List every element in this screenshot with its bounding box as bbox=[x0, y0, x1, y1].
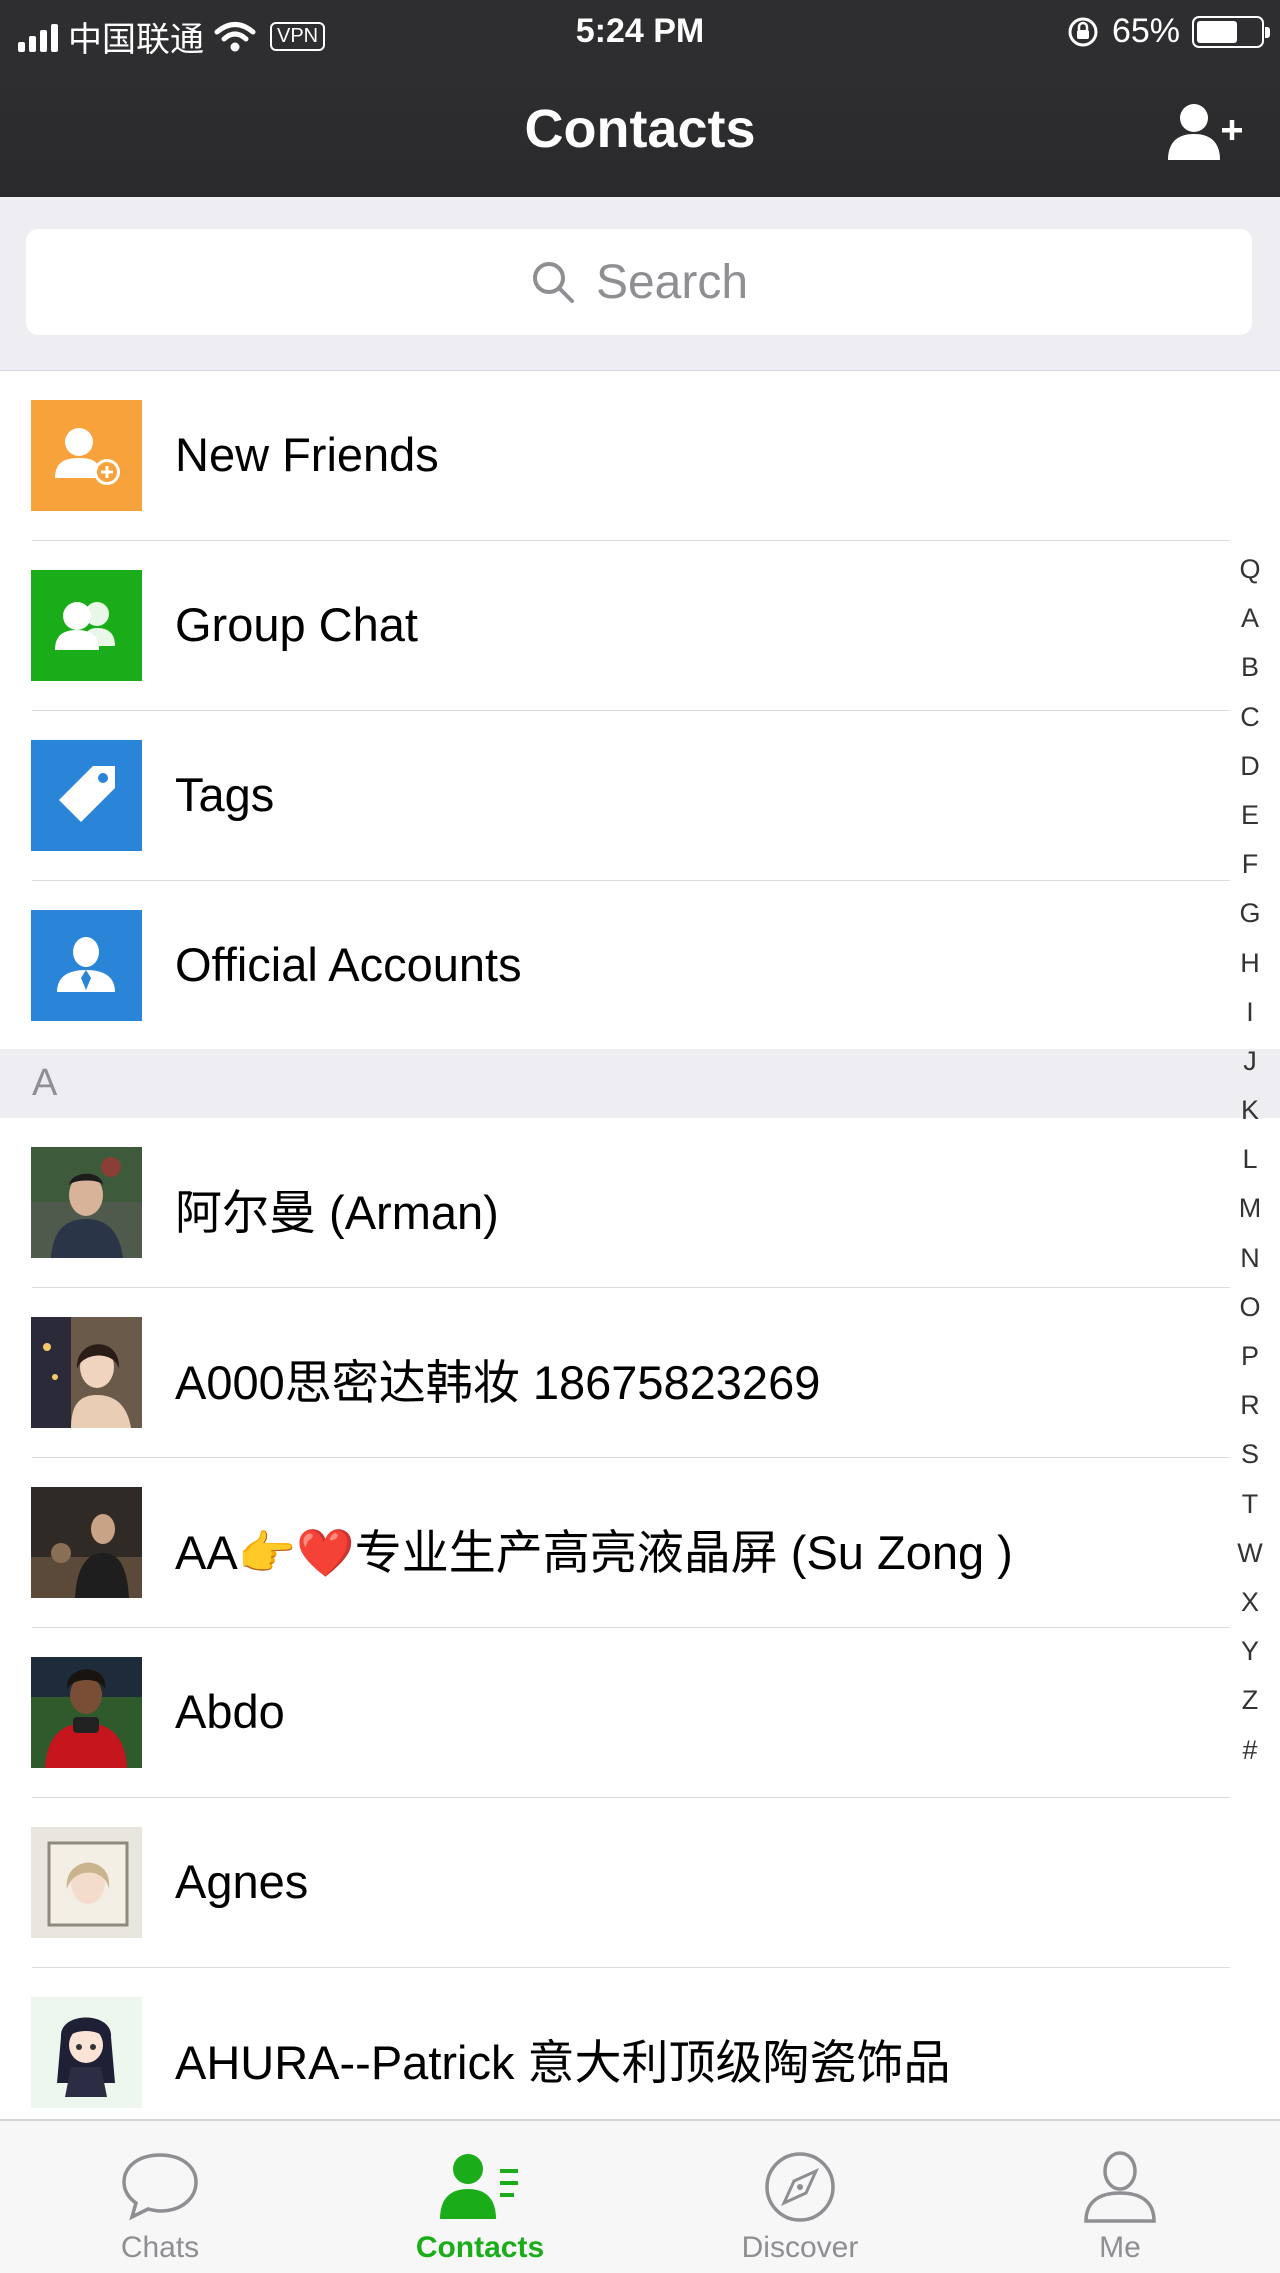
index-letter[interactable]: X bbox=[1241, 1578, 1259, 1627]
avatar bbox=[31, 1657, 142, 1768]
contact-name: AA👉❤️专业生产高亮液晶屏 (Su Zong ) bbox=[175, 1526, 1013, 1579]
avatar bbox=[31, 1317, 142, 1428]
contact-name: A000思密达韩妆 18675823269 bbox=[175, 1356, 821, 1409]
index-letter[interactable]: R bbox=[1240, 1381, 1260, 1430]
tab-me[interactable]: Me bbox=[960, 2121, 1280, 2273]
index-letter[interactable]: I bbox=[1246, 988, 1254, 1037]
search-area: Search bbox=[0, 197, 1280, 371]
avatar bbox=[31, 1827, 142, 1938]
index-letter[interactable]: N bbox=[1240, 1234, 1260, 1283]
new-friends-row[interactable]: New Friends bbox=[0, 371, 1230, 541]
contact-name: Abdo bbox=[175, 1685, 285, 1738]
nav-bar: Contacts bbox=[0, 64, 1280, 197]
index-letter[interactable]: Z bbox=[1242, 1676, 1259, 1725]
official-accounts-icon bbox=[31, 910, 142, 1021]
index-letter[interactable]: S bbox=[1241, 1430, 1259, 1479]
index-letter[interactable]: C bbox=[1240, 693, 1260, 742]
contact-row[interactable]: Abdo bbox=[0, 1628, 1230, 1798]
contact-row[interactable]: AHURA--Patrick 意大利顶级陶瓷饰品 bbox=[0, 1968, 1230, 2138]
contact-name: Agnes bbox=[175, 1855, 309, 1908]
tab-discover[interactable]: Discover bbox=[640, 2121, 960, 2273]
index-letter[interactable]: B bbox=[1241, 643, 1259, 692]
index-letter[interactable]: T bbox=[1242, 1480, 1259, 1529]
tab-me-label: Me bbox=[1099, 2231, 1141, 2264]
index-letter[interactable]: K bbox=[1241, 1086, 1259, 1135]
status-right: 65% bbox=[1066, 12, 1270, 51]
avatar bbox=[31, 1487, 142, 1598]
tab-bar: Chats Contacts Discover Me bbox=[0, 2119, 1280, 2273]
index-letter[interactable]: H bbox=[1240, 939, 1260, 988]
index-letter[interactable]: L bbox=[1242, 1135, 1257, 1184]
official-accounts-label: Official Accounts bbox=[175, 938, 522, 991]
avatar bbox=[31, 1147, 142, 1258]
index-letter[interactable]: M bbox=[1239, 1184, 1262, 1233]
search-input[interactable]: Search bbox=[26, 229, 1252, 335]
group-chat-row[interactable]: Group Chat bbox=[0, 541, 1230, 711]
index-letter[interactable]: G bbox=[1239, 889, 1260, 938]
person-icon bbox=[1084, 2151, 1156, 2223]
battery-fill bbox=[1197, 20, 1238, 43]
contact-row[interactable]: A000思密达韩妆 18675823269 bbox=[0, 1288, 1230, 1458]
index-letter[interactable]: D bbox=[1240, 742, 1260, 791]
index-letter[interactable]: W bbox=[1237, 1529, 1262, 1578]
group-chat-icon bbox=[31, 570, 142, 681]
official-accounts-row[interactable]: Official Accounts bbox=[0, 881, 1230, 1051]
compass-icon bbox=[765, 2152, 835, 2222]
battery-percent: 65% bbox=[1111, 12, 1180, 50]
index-letter[interactable]: J bbox=[1243, 1037, 1257, 1086]
index-letter[interactable]: Y bbox=[1241, 1627, 1259, 1676]
tab-contacts-label: Contacts bbox=[415, 2231, 545, 2264]
section-header-a: A bbox=[0, 1049, 1280, 1118]
tab-contacts[interactable]: Contacts bbox=[320, 2121, 640, 2273]
tags-row[interactable]: Tags bbox=[0, 711, 1230, 881]
contact-name: AHURA--Patrick 意大利顶级陶瓷饰品 bbox=[175, 2036, 951, 2089]
index-letter[interactable]: A bbox=[1241, 594, 1259, 643]
page-title: Contacts bbox=[524, 99, 756, 159]
tab-discover-label: Discover bbox=[741, 2231, 859, 2264]
tag-icon bbox=[31, 740, 142, 851]
new-friends-icon bbox=[31, 400, 142, 511]
search-placeholder: Search bbox=[595, 255, 749, 309]
add-contact-icon[interactable] bbox=[1164, 100, 1244, 164]
status-bar: 中国联通 VPN 5:24 PM 65% bbox=[0, 0, 1280, 64]
new-friends-label: New Friends bbox=[175, 428, 439, 481]
tags-label: Tags bbox=[175, 768, 275, 821]
index-letter[interactable]: # bbox=[1242, 1726, 1257, 1775]
search-icon bbox=[532, 262, 574, 303]
group-chat-label: Group Chat bbox=[175, 598, 418, 651]
battery-icon bbox=[1192, 15, 1270, 48]
index-letter[interactable]: Q bbox=[1239, 545, 1260, 594]
chat-bubble-icon bbox=[122, 2153, 198, 2221]
index-letter[interactable]: F bbox=[1242, 840, 1259, 889]
orientation-lock-icon bbox=[1068, 17, 1098, 46]
tab-chats[interactable]: Chats bbox=[0, 2121, 320, 2273]
alphabet-index[interactable]: Q A B C D E F G H I J K L M N O P R S T W X Y Z # bbox=[1228, 545, 1272, 1775]
avatar bbox=[31, 1997, 142, 2108]
index-letter[interactable]: P bbox=[1241, 1332, 1259, 1381]
tab-chats-label: Chats bbox=[120, 2231, 200, 2264]
contact-name: 阿尔曼 (Arman) bbox=[175, 1186, 499, 1239]
index-letter[interactable]: O bbox=[1239, 1283, 1260, 1332]
contact-row[interactable]: 阿尔曼 (Arman) bbox=[0, 1118, 1230, 1288]
index-letter[interactable]: E bbox=[1241, 791, 1259, 840]
contact-row[interactable]: AA👉❤️专业生产高亮液晶屏 (Su Zong ) bbox=[0, 1458, 1230, 1628]
contact-row[interactable]: Agnes bbox=[0, 1798, 1230, 1968]
contacts-icon bbox=[440, 2154, 518, 2219]
